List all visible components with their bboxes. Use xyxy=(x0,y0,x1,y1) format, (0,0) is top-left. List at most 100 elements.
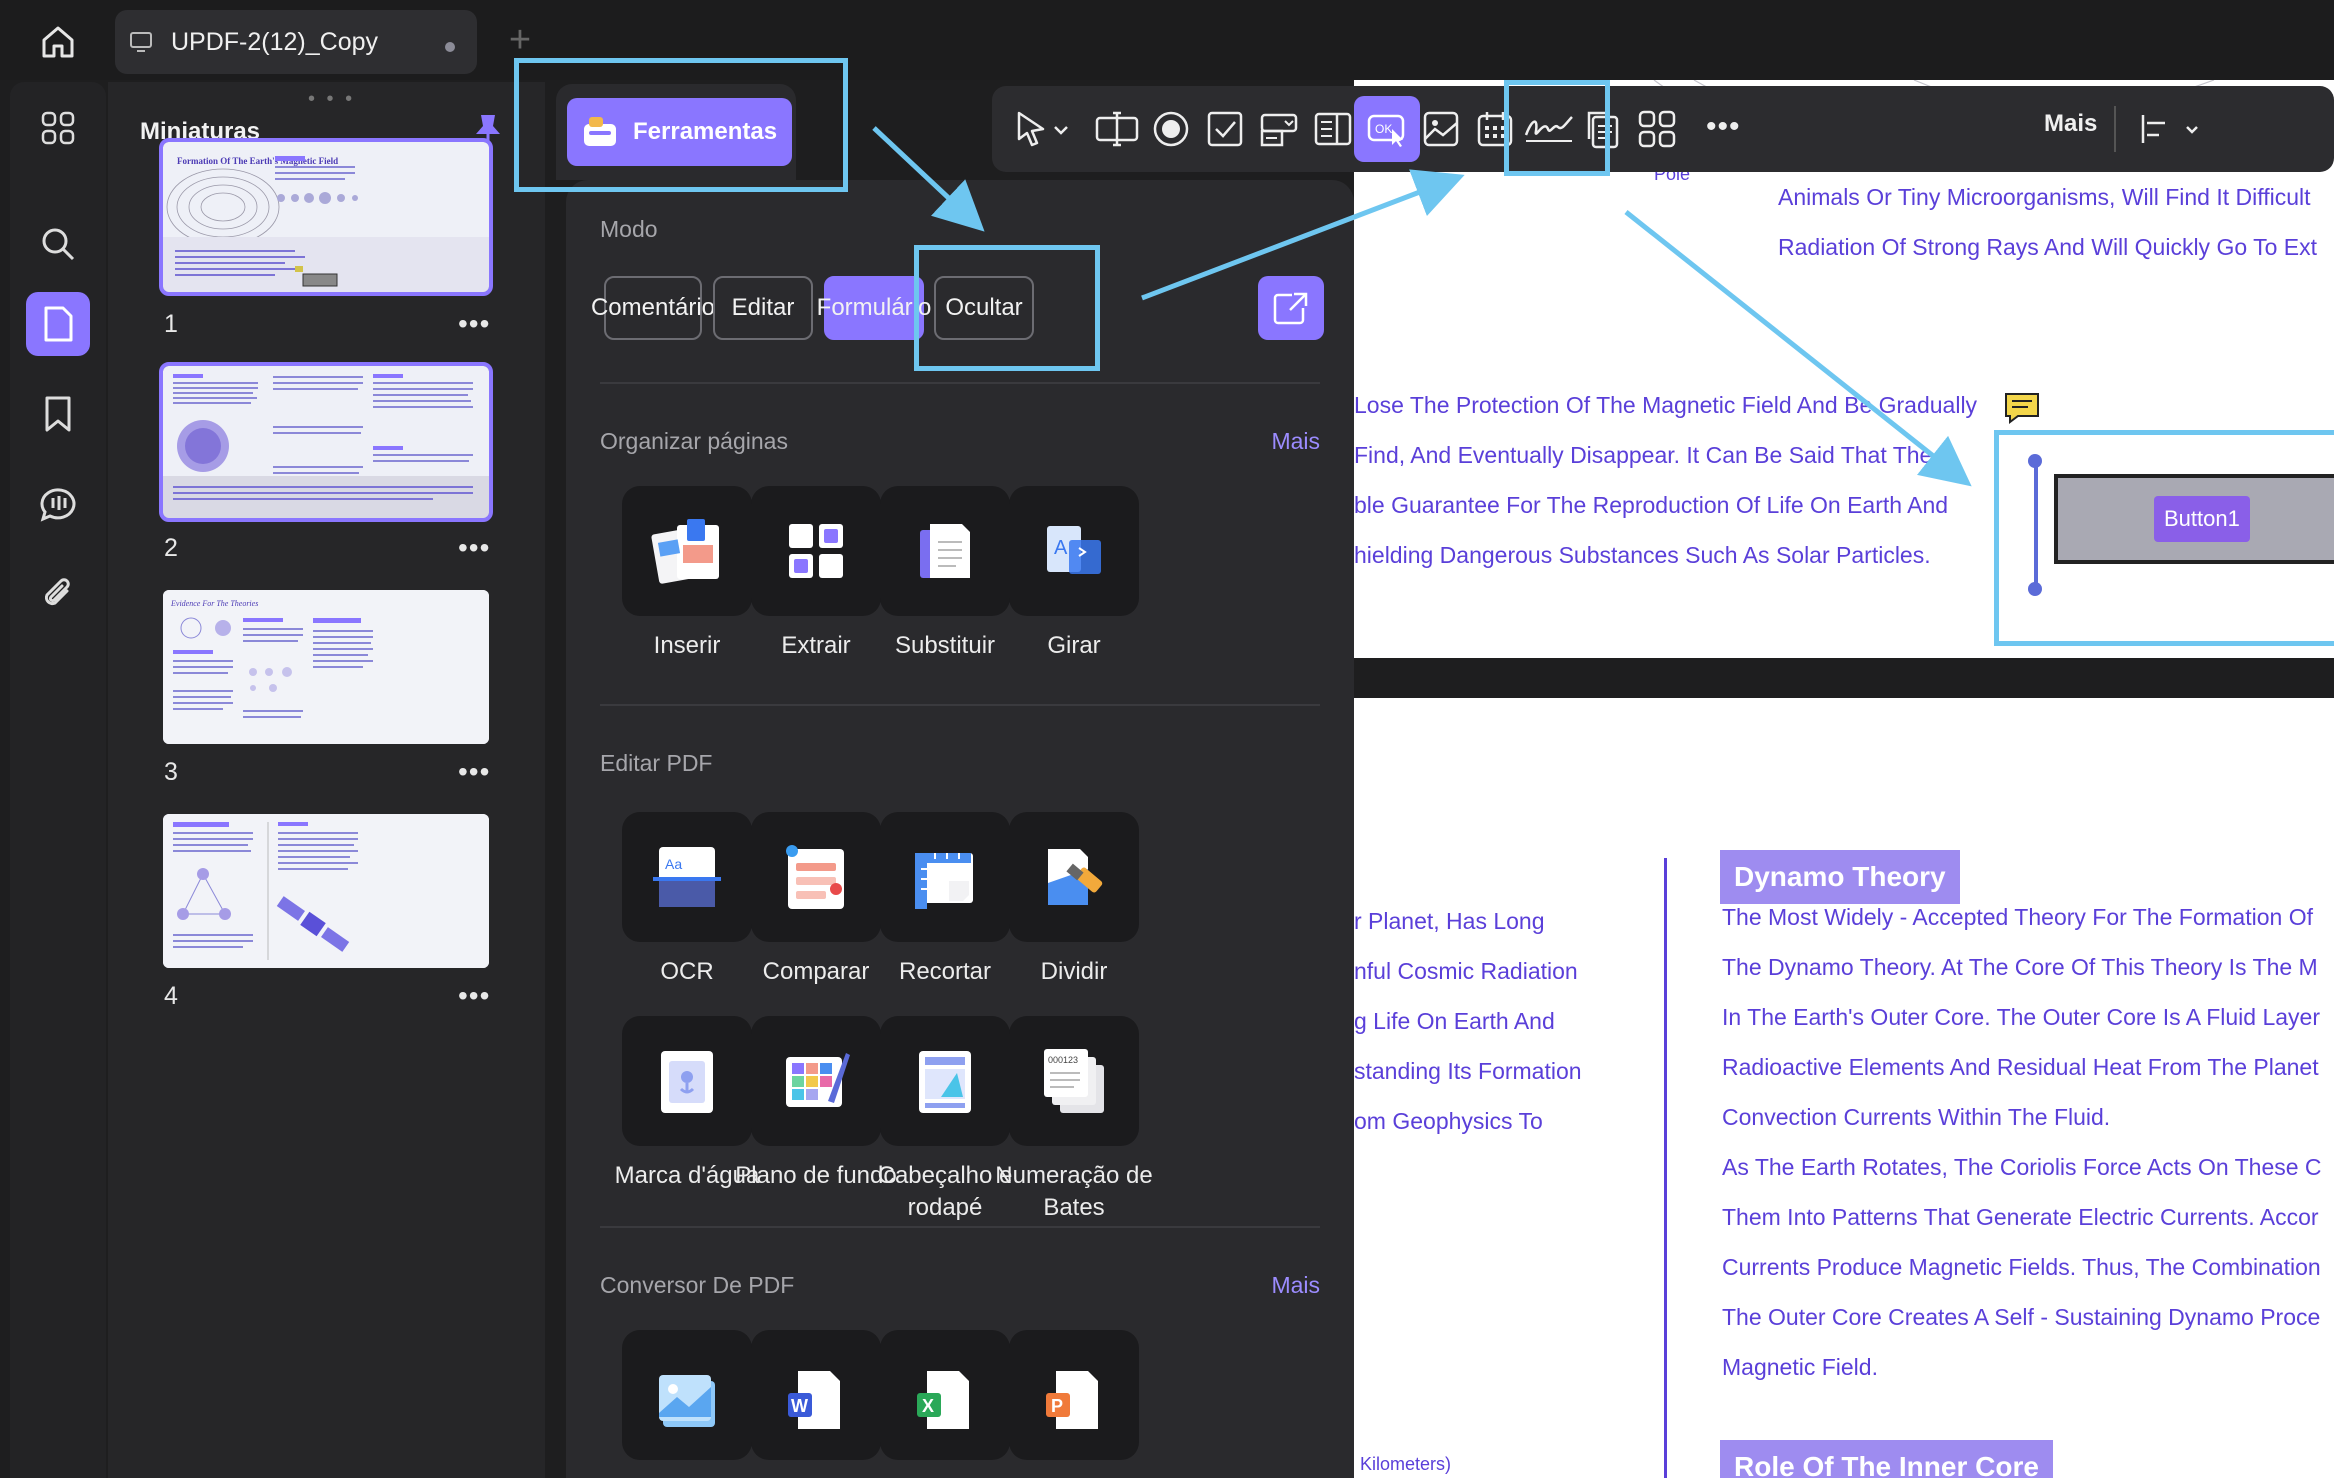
form-grid-tool-button[interactable] xyxy=(1624,96,1690,162)
rail-bookmarks-button[interactable] xyxy=(26,382,90,446)
align-left-icon xyxy=(2141,115,2198,143)
toolbar-divider xyxy=(2114,106,2116,152)
mode-open-external-button[interactable] xyxy=(1258,276,1324,340)
image-field-icon xyxy=(1423,111,1459,147)
dynamo-theory-heading: Dynamo Theory xyxy=(1720,850,1960,904)
rotate-pages-icon: A xyxy=(1009,486,1139,616)
toolbar-more-button[interactable]: Mais xyxy=(2044,110,2097,138)
convert-powerpoint-icon: P xyxy=(1009,1330,1139,1460)
ok-button-icon: OK xyxy=(1367,114,1405,147)
comment-list-icon xyxy=(40,488,76,522)
monitor-icon xyxy=(129,29,157,55)
thumbnail-more-button[interactable]: ••• xyxy=(458,308,490,340)
converter-section-title: Conversor De PDF xyxy=(600,1272,795,1298)
new-tab-button[interactable]: + xyxy=(502,21,538,59)
bookmark-icon xyxy=(45,396,71,432)
combo-box-icon xyxy=(1260,113,1298,147)
thumbnail-page-3-preview: Evidence For The Theories xyxy=(163,590,489,744)
rail-search-button[interactable] xyxy=(26,212,90,276)
doc-line: As The Earth Rotates, The Coriolis Force… xyxy=(1722,1154,2322,1180)
rail-apps-button[interactable] xyxy=(26,96,90,160)
column-divider xyxy=(1664,858,1667,1478)
mode-section-title: Modo xyxy=(600,216,658,242)
thumbnail-page-1-preview: Formation Of The Earth's Magnetic Field xyxy=(163,142,489,292)
thumbnail-more-button[interactable]: ••• xyxy=(458,980,490,1012)
thumbnail-number: 4 xyxy=(164,982,178,1010)
document-view[interactable]: Pole Animals Or Tiny Microorganisms, Wil… xyxy=(1354,80,2334,1478)
svg-text:X: X xyxy=(922,1396,934,1416)
organize-section-title: Organizar páginas xyxy=(600,428,788,454)
tool-split-label: Dividir xyxy=(1040,958,1108,985)
home-button[interactable] xyxy=(30,18,86,66)
doc-line: g Life On Earth And xyxy=(1354,1008,1555,1034)
thumbnail-page-3[interactable]: Evidence For The Theories xyxy=(163,590,489,744)
doc-footnote: Kilometers) xyxy=(1360,1454,1452,1474)
doc-line: ble Guarantee For The Reproduction Of Li… xyxy=(1354,492,1949,518)
select-tool-button[interactable] xyxy=(1004,96,1080,162)
doc-line: In The Earth's Outer Core. The Outer Cor… xyxy=(1722,1004,2320,1030)
form-toolbar: OK ••• Mais xyxy=(992,86,2334,172)
mode-comment-button[interactable]: Comentário xyxy=(591,276,715,340)
split-icon xyxy=(1009,812,1139,942)
tool-split[interactable]: Dividir xyxy=(989,812,1159,988)
home-icon xyxy=(42,26,74,58)
doc-line: Radioactive Elements And Residual Heat F… xyxy=(1722,1054,2319,1080)
panel-grip[interactable]: • • • xyxy=(308,88,355,111)
highlight-form-mode xyxy=(914,245,1100,371)
divider xyxy=(600,382,1320,384)
svg-text:W: W xyxy=(791,1396,808,1416)
thumbnail-more-button[interactable]: ••• xyxy=(458,532,490,564)
doc-line: The Outer Core Creates A Self - Sustaini… xyxy=(1722,1304,2321,1330)
align-tool-button[interactable] xyxy=(2132,96,2212,162)
doc-line: The Dynamo Theory. At The Core Of This T… xyxy=(1722,954,2318,980)
svg-text:Aa: Aa xyxy=(665,856,682,872)
thumbnail-page-1[interactable]: Formation Of The Earth's Magnetic Field xyxy=(159,138,493,296)
tool-convert-powerpoint[interactable]: P xyxy=(989,1330,1159,1460)
text-field-icon xyxy=(1095,111,1139,147)
paperclip-icon xyxy=(44,578,70,606)
doc-line: Radiation Of Strong Rays And Will Quickl… xyxy=(1778,234,2318,260)
organize-more-link[interactable]: Mais xyxy=(1271,428,1320,455)
converter-more-link[interactable]: Mais xyxy=(1271,1272,1320,1299)
mode-edit-button[interactable]: Editar xyxy=(713,276,813,340)
doc-line: Magnetic Field. xyxy=(1722,1354,1878,1380)
thumbnail-page-2-preview xyxy=(163,366,489,518)
edit-pdf-section-title: Editar PDF xyxy=(600,750,713,776)
list-box-icon xyxy=(1314,112,1352,146)
grid-icon xyxy=(1638,110,1676,148)
tools-panel: Modo Comentário Editar Formulário Oculta… xyxy=(566,180,1354,1478)
inner-core-heading: Role Of The Inner Core xyxy=(1720,1440,2053,1478)
doc-line: Find, And Eventually Disappear. It Can B… xyxy=(1354,442,1933,468)
svg-text:A: A xyxy=(1054,537,1068,559)
document-tab[interactable]: UPDF-2(12)_Copy xyxy=(115,10,477,74)
svg-text:P: P xyxy=(1051,1396,1063,1416)
doc-line: hielding Dangerous Substances Such As So… xyxy=(1354,542,1931,568)
external-link-icon xyxy=(1273,292,1308,325)
rail-attachments-button[interactable] xyxy=(26,562,90,626)
tool-bates-numbering[interactable]: 000123 Numeração de Bates xyxy=(989,1016,1159,1224)
rail-comments-button[interactable] xyxy=(26,472,90,536)
thumbnail-number: 1 xyxy=(164,310,178,338)
more-dots-icon: ••• xyxy=(1706,110,1741,143)
thumbnail-page-4[interactable] xyxy=(163,814,489,968)
page-icon xyxy=(44,306,73,342)
cursor-icon xyxy=(1017,111,1068,147)
thumbnail-page-2[interactable] xyxy=(159,362,493,522)
doc-line: Convection Currents Within The Fluid. xyxy=(1722,1104,2111,1130)
bates-numbering-icon: 000123 xyxy=(1009,1016,1139,1146)
tool-bates-numbering-label: Numeração de Bates xyxy=(995,1162,1153,1221)
thumb3-heading: Evidence For The Theories xyxy=(170,599,258,608)
tool-rotate-label: Girar xyxy=(1047,632,1101,659)
doc-line: The Most Widely - Accepted Theory For Th… xyxy=(1722,904,2313,930)
comment-note-icon[interactable] xyxy=(2004,392,2040,424)
tool-rotate[interactable]: A Girar xyxy=(989,486,1159,662)
rail-thumbnails-button[interactable] xyxy=(26,292,90,356)
doc-line: Currents Produce Magnetic Fields. Thus, … xyxy=(1722,1254,2321,1280)
radio-icon xyxy=(1153,111,1189,147)
divider xyxy=(600,704,1320,706)
grid-icon xyxy=(41,111,75,145)
thumbnail-number: 3 xyxy=(164,758,178,786)
thumbnail-more-button[interactable]: ••• xyxy=(458,756,490,788)
doc-line: Animals Or Tiny Microorganisms, Will Fin… xyxy=(1778,184,2311,210)
mode-form-button[interactable]: Formulário xyxy=(817,276,931,340)
